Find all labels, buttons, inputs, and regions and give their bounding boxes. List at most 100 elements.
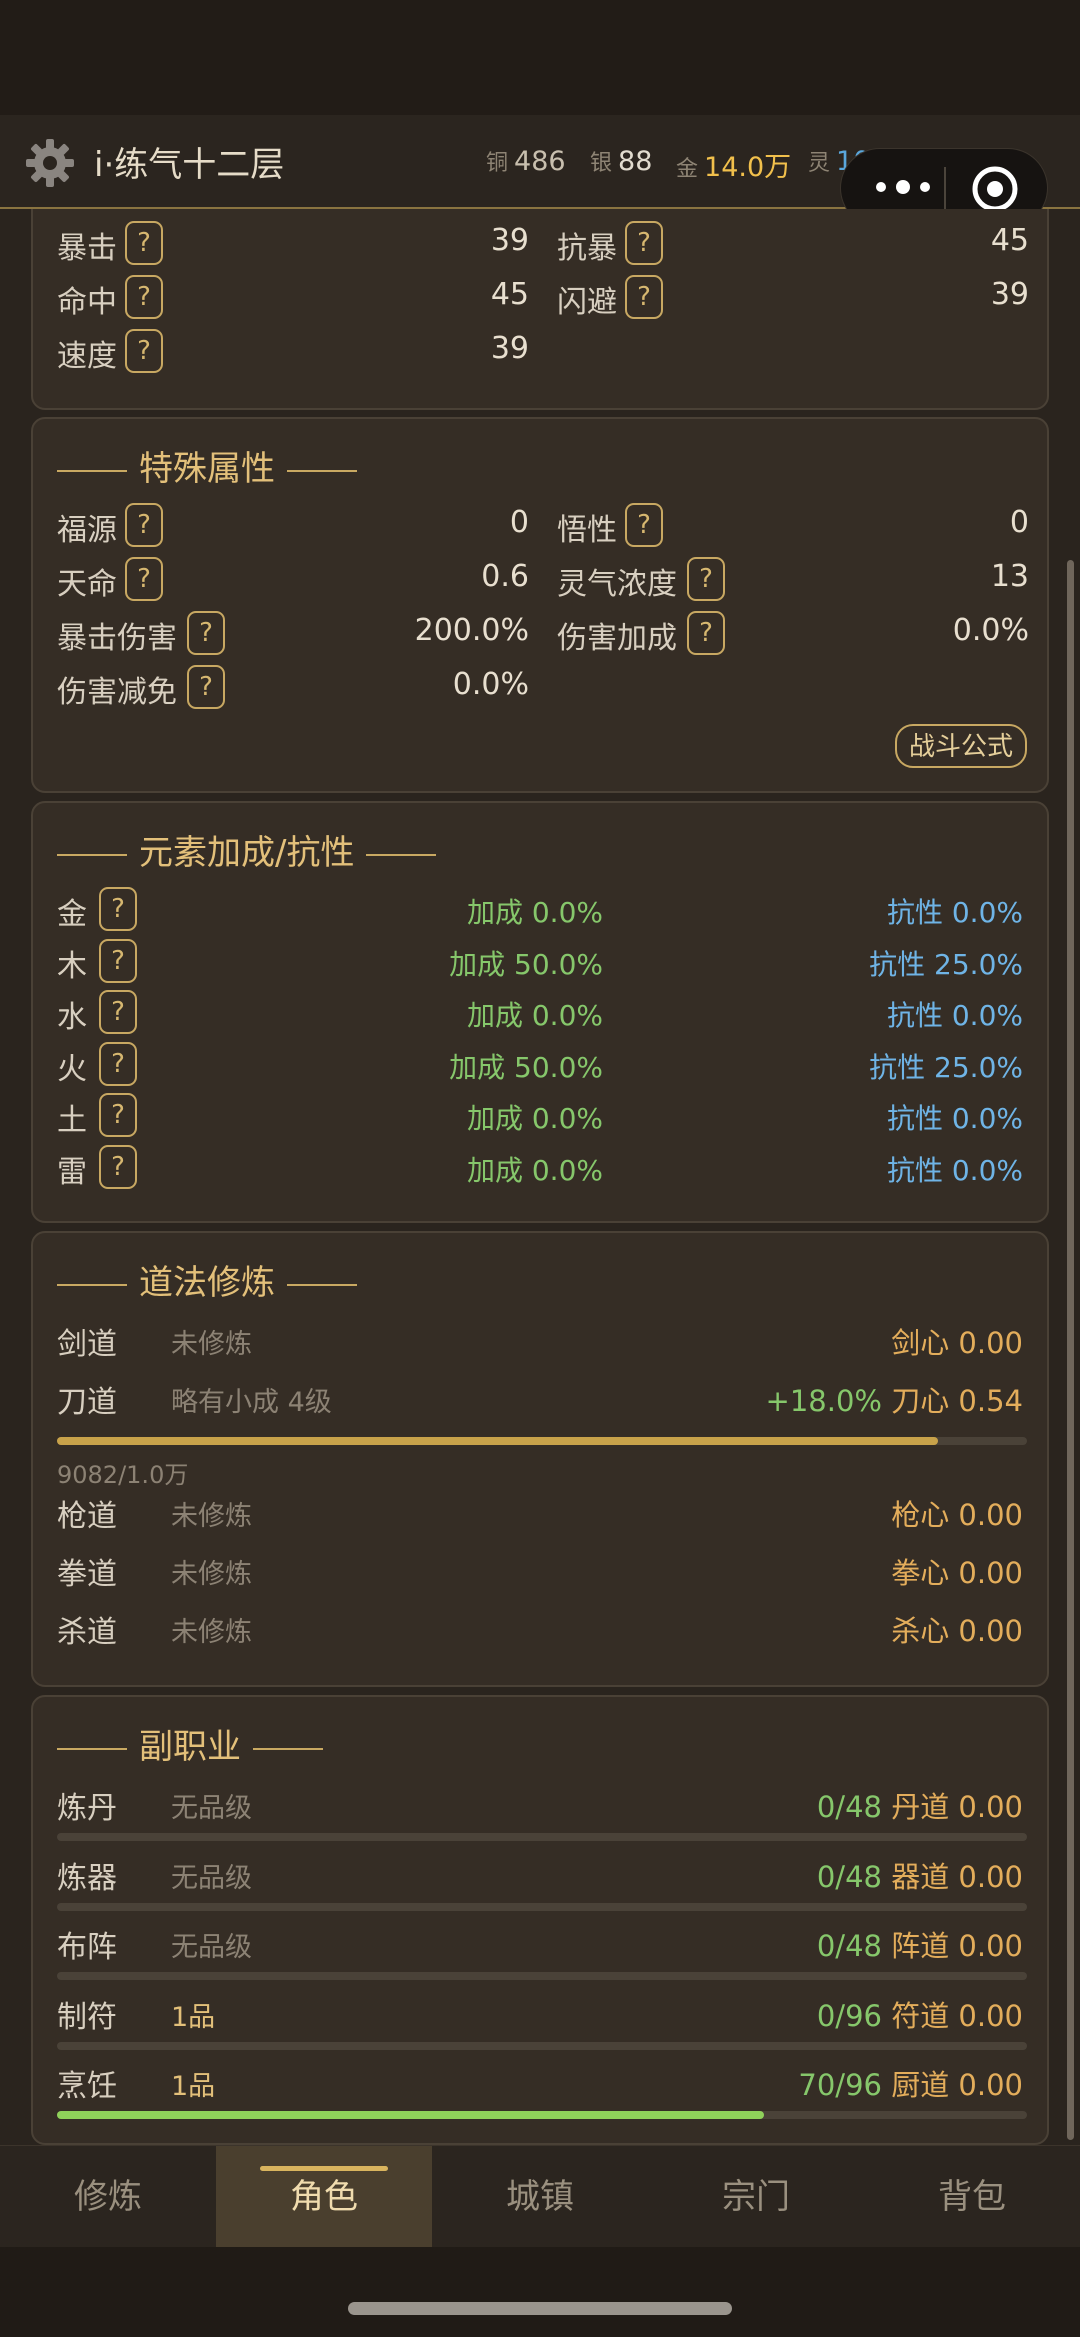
character-scroll-area[interactable]: 暴击? 39 抗暴? 45 命中? 45 闪避? 39 速度? 39 特殊属性 福源? 0 悟性? 0 天命… xyxy=(0,209,1080,2145)
help-icon[interactable]: ? xyxy=(187,665,225,709)
attribute-label: 灵气浓度 xyxy=(557,567,677,602)
element-resist: 抗性 25.0% xyxy=(869,1050,1023,1084)
help-icon[interactable]: ? xyxy=(687,557,725,601)
element-row: 水? 加成 0.0% 抗性 0.0% xyxy=(33,990,1047,1040)
dao-heart-label: 刀心 xyxy=(891,1384,950,1418)
dao-right: 剑心 0.00 xyxy=(891,1320,1023,1362)
dao-bonus: +18.0% xyxy=(765,1384,882,1418)
dao-status: 未修炼 xyxy=(171,1559,252,1590)
profession-grade: 无品级 xyxy=(171,1862,252,1894)
dao-heart-label: 杀心 xyxy=(891,1614,950,1648)
dao-row: 拳道 未修炼 拳心 0.00 xyxy=(33,1547,1047,1597)
more-icon[interactable] xyxy=(867,167,939,207)
profession-dao-value: 0.00 xyxy=(958,1998,1023,2033)
help-icon[interactable]: ? xyxy=(687,611,725,655)
attribute-row: 速度? 39 xyxy=(33,329,1047,379)
help-icon[interactable]: ? xyxy=(125,557,163,601)
profession-name: 炼丹 xyxy=(57,1791,117,1826)
attribute-value: 13 xyxy=(990,559,1029,594)
title-dash xyxy=(366,853,437,856)
element-resist: 抗性 25.0% xyxy=(869,947,1023,981)
attribute-row: 暴击? 39 抗暴? 45 xyxy=(33,221,1047,271)
profession-dao-value: 0.00 xyxy=(958,1790,1023,1824)
tab-0[interactable]: 修炼 xyxy=(0,2146,216,2248)
attribute-value: 39 xyxy=(490,331,529,366)
scrollbar[interactable] xyxy=(1067,560,1074,2140)
attribute-label: 暴击伤害 xyxy=(57,621,177,656)
help-icon[interactable]: ? xyxy=(125,275,163,319)
currency-label: 金 xyxy=(676,157,699,182)
profession-dao-value: 0.00 xyxy=(958,1929,1023,1963)
dao-progress-text: 9082/1.0万 xyxy=(57,1461,189,1489)
help-icon[interactable]: ? xyxy=(99,990,137,1034)
title-dash xyxy=(287,1283,357,1286)
help-icon[interactable]: ? xyxy=(625,503,663,547)
help-icon[interactable]: ? xyxy=(99,1144,137,1189)
help-icon[interactable]: ? xyxy=(187,611,225,655)
section-title-text: 元素加成/抗性 xyxy=(139,833,355,873)
profession-dao-value: 0.00 xyxy=(958,2068,1023,2102)
gear-icon[interactable] xyxy=(24,137,76,189)
help-icon[interactable]: ? xyxy=(625,221,663,265)
help-icon[interactable]: ? xyxy=(99,1041,137,1086)
dao-heart-label: 拳心 xyxy=(891,1556,950,1590)
attribute-label: 命中 xyxy=(57,285,117,320)
element-name: 雷 xyxy=(57,1154,87,1190)
dao-name: 拳道 xyxy=(57,1557,117,1592)
element-panel: 元素加成/抗性金? 加成 0.0% 抗性 0.0% 木? 加成 50.0% 抗性 25.0… xyxy=(31,801,1049,1223)
element-name: 水 xyxy=(57,1000,87,1035)
element-resist: 抗性 0.0% xyxy=(886,1102,1023,1135)
dao-name: 杀道 xyxy=(57,1615,117,1650)
profession-dao-label: 阵道 xyxy=(891,1929,950,1963)
attribute-row: 福源? 0 悟性? 0 xyxy=(33,503,1047,553)
title-dash xyxy=(57,469,127,472)
attribute-value: 45 xyxy=(490,277,529,312)
dao-right: 拳心 0.00 xyxy=(891,1550,1023,1592)
attribute-value: 0.0% xyxy=(452,667,529,702)
help-icon[interactable]: ? xyxy=(99,938,137,983)
section-title-text: 道法修炼 xyxy=(139,1263,275,1303)
tab-3[interactable]: 宗门 xyxy=(648,2146,864,2248)
tab-2[interactable]: 城镇 xyxy=(432,2146,648,2248)
profession-dao-label: 丹道 xyxy=(891,1790,950,1824)
special-attributes-panel: 特殊属性 福源? 0 悟性? 0 天命? 0.6 灵气浓度? 13 暴击伤害? 200.0% 伤害加成… xyxy=(31,417,1049,793)
element-name: 火 xyxy=(57,1051,87,1087)
element-name: 金 xyxy=(57,897,87,932)
section-title-text: 副职业 xyxy=(139,1727,241,1767)
home-indicator xyxy=(348,2302,732,2315)
profession-right: 0/48 阵道 0.00 xyxy=(817,1923,1023,1965)
tab-4[interactable]: 背包 xyxy=(864,2146,1080,2248)
profession-dao-label: 器道 xyxy=(891,1859,950,1894)
attribute-label: 悟性 xyxy=(557,513,617,548)
help-icon[interactable]: ? xyxy=(99,887,137,931)
battle-formula-button[interactable]: 战斗公式 xyxy=(895,724,1027,768)
help-icon[interactable]: ? xyxy=(625,275,663,319)
section-title: 道法修炼 xyxy=(57,1255,369,1304)
dao-right: 枪心 0.00 xyxy=(891,1492,1023,1534)
attribute-label: 天命 xyxy=(57,567,117,602)
close-miniprogram-icon[interactable] xyxy=(969,163,1021,215)
element-resist: 抗性 0.0% xyxy=(886,999,1023,1032)
attribute-label: 福源 xyxy=(57,513,117,548)
dao-right: +18.0% 刀心 0.54 xyxy=(766,1378,1023,1420)
element-name: 木 xyxy=(57,948,87,984)
profession-right: 0/48 丹道 0.00 xyxy=(817,1784,1023,1826)
attribute-label: 伤害减免 xyxy=(57,675,177,710)
help-icon[interactable]: ? xyxy=(125,329,163,373)
dao-row: 刀道 略有小成 4级 +18.0% 刀心 0.54 xyxy=(33,1375,1047,1425)
profession-count: 70/96 xyxy=(798,2068,882,2102)
tab-1[interactable]: 角色 xyxy=(216,2146,432,2248)
element-bonus: 加成 0.0% xyxy=(466,999,603,1032)
basic-attributes-panel: 暴击? 39 抗暴? 45 命中? 45 闪避? 39 速度? 39 xyxy=(31,209,1049,410)
profession-progress-bar xyxy=(57,1833,1027,1841)
title-dash xyxy=(57,1283,127,1286)
profession-count: 0/48 xyxy=(816,1859,882,1894)
help-icon[interactable]: ? xyxy=(125,503,163,547)
help-icon[interactable]: ? xyxy=(99,1093,137,1137)
character-title: i·练气十二层 xyxy=(94,145,285,185)
dao-progress-bar xyxy=(57,1437,1027,1445)
help-icon[interactable]: ? xyxy=(125,221,163,265)
dao-row: 剑道 未修炼 剑心 0.00 xyxy=(33,1317,1047,1367)
profession-progress-bar xyxy=(57,1972,1027,1980)
title-dash xyxy=(253,1747,323,1750)
